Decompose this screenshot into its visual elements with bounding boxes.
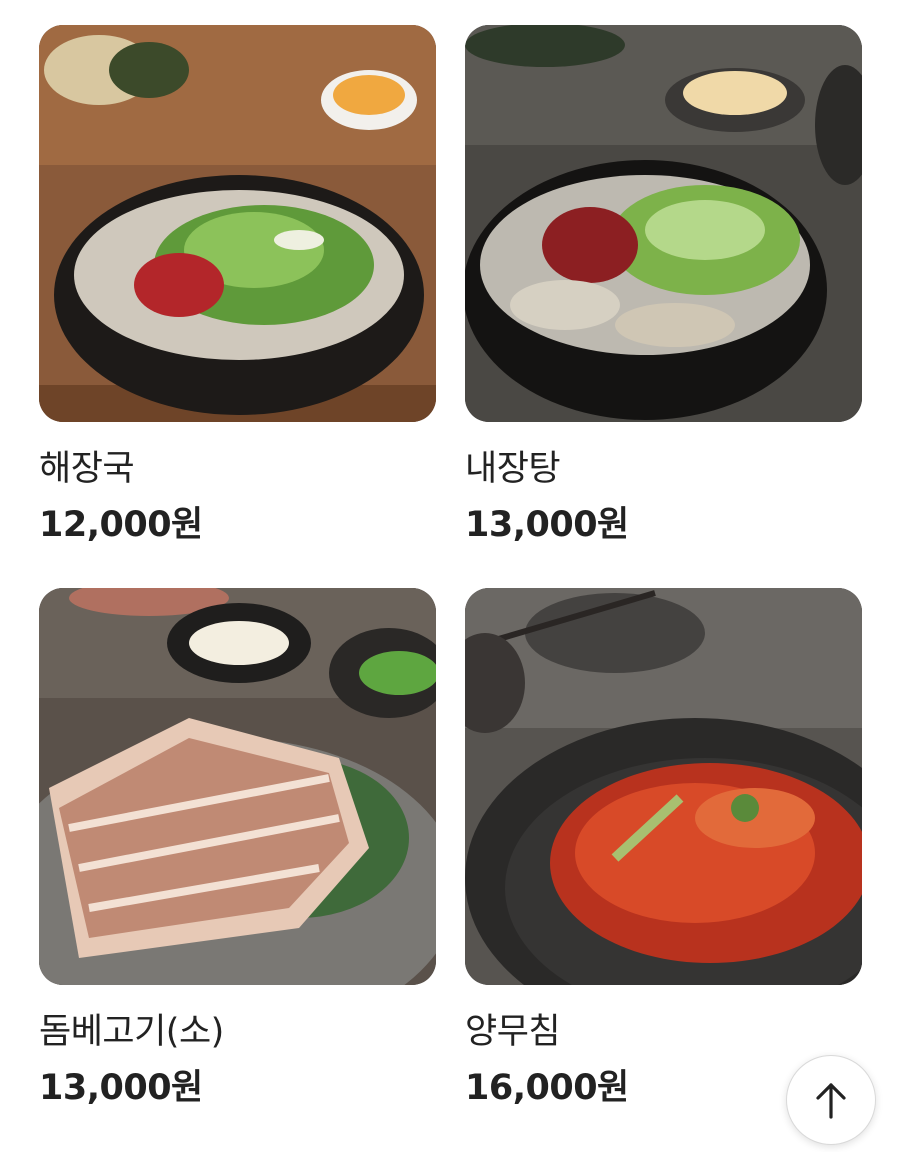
spicy-tripe-salad-photo [465,588,862,985]
tripe-soup-photo [465,25,862,422]
menu-grid: 해장국 12,000원 내장탕 13,000원 돔베고기(소) 13,000원 … [39,25,862,1151]
boiled-pork-photo [39,588,436,985]
scroll-to-top-button[interactable] [786,1055,876,1145]
menu-item-name: 해장국 [39,449,135,489]
hangover-soup-photo [39,25,436,422]
menu-item-name: 돔베고기(소) [39,1012,224,1052]
menu-item-price: 13,000원 [465,505,629,545]
menu-item-name: 양무침 [465,1012,561,1052]
menu-item-name: 내장탕 [465,449,561,489]
menu-item-haejangguk[interactable]: 해장국 12,000원 [39,25,436,588]
menu-page: 해장국 12,000원 내장탕 13,000원 돔베고기(소) 13,000원 … [0,0,900,1152]
menu-item-dombegogi[interactable]: 돔베고기(소) 13,000원 [39,588,436,1151]
menu-item-price: 12,000원 [39,505,203,545]
menu-item-naejangtang[interactable]: 내장탕 13,000원 [465,25,862,588]
menu-item-price: 13,000원 [39,1068,203,1108]
arrow-up-icon [816,1083,846,1119]
